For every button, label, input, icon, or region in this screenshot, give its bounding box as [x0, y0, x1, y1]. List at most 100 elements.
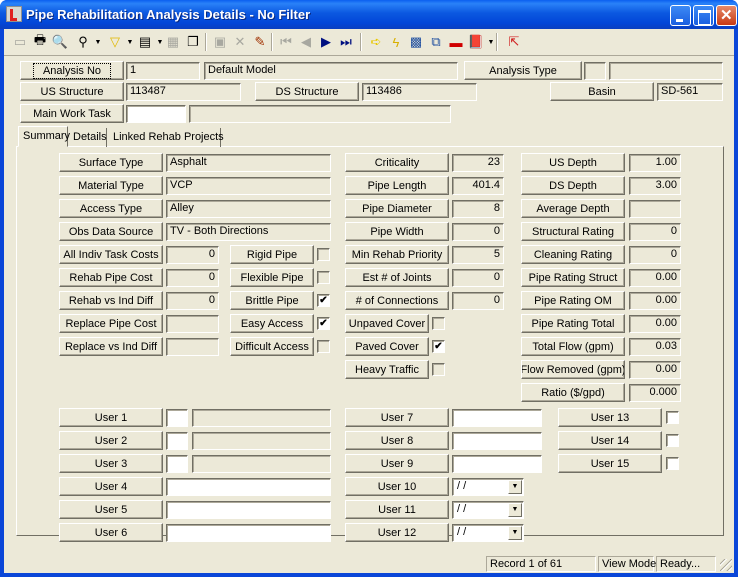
- user-3-button[interactable]: User 3: [59, 454, 163, 473]
- user-8-field[interactable]: [452, 432, 542, 450]
- ds-depth-button[interactable]: DS Depth: [521, 176, 625, 195]
- user-2-description-field[interactable]: [192, 432, 331, 450]
- pipe-rating-om-field[interactable]: 0.00: [629, 292, 681, 310]
- structural-rating-button[interactable]: Structural Rating: [521, 222, 625, 241]
- export-icon[interactable]: ⇱: [504, 32, 524, 52]
- structural-rating-field[interactable]: 0: [629, 223, 681, 241]
- previous-record-icon[interactable]: ◀: [296, 32, 316, 52]
- us-depth-field[interactable]: 1.00: [629, 154, 681, 172]
- brittle-pipe-checkbox[interactable]: ✔: [317, 294, 330, 307]
- user-2-code-field[interactable]: [166, 432, 188, 450]
- delete-icon[interactable]: ✕: [230, 32, 250, 52]
- ratio-gpd-field[interactable]: 0.000: [629, 384, 681, 402]
- difficult-access-checkbox[interactable]: [317, 340, 330, 353]
- first-record-icon[interactable]: ⏮: [276, 32, 296, 52]
- heavy-traffic-checkbox[interactable]: [432, 363, 445, 376]
- all-indiv-task-costs-field[interactable]: 0: [166, 246, 219, 264]
- min-rehab-priority-field[interactable]: 5: [452, 246, 504, 264]
- us-depth-button[interactable]: US Depth: [521, 153, 625, 172]
- ratio-gpd-button[interactable]: Ratio ($/gpd): [521, 383, 625, 402]
- lightning-icon[interactable]: ϟ: [386, 32, 406, 52]
- map-select-icon[interactable]: ▩: [406, 32, 426, 52]
- flexible-pipe-checkbox[interactable]: [317, 271, 330, 284]
- filter-icon[interactable]: ▽: [105, 32, 125, 52]
- user-3-description-field[interactable]: [192, 455, 331, 473]
- average-depth-button[interactable]: Average Depth: [521, 199, 625, 218]
- user-12-date-combo[interactable]: / / ▼: [452, 524, 524, 542]
- unpaved-cover-button[interactable]: Unpaved Cover: [345, 314, 429, 333]
- material-type-button[interactable]: Material Type: [59, 176, 163, 195]
- user-4-button[interactable]: User 4: [59, 477, 163, 496]
- user-9-field[interactable]: [452, 455, 542, 473]
- ds-depth-field[interactable]: 3.00: [629, 177, 681, 195]
- pipe-width-field[interactable]: 0: [452, 223, 504, 241]
- heavy-traffic-button[interactable]: Heavy Traffic: [345, 360, 429, 379]
- app-icon[interactable]: [6, 6, 22, 22]
- rigid-pipe-button[interactable]: Rigid Pipe: [230, 245, 314, 264]
- user-10-button[interactable]: User 10: [345, 477, 449, 496]
- pipe-length-button[interactable]: Pipe Length: [345, 176, 449, 195]
- ds-structure-button[interactable]: DS Structure: [255, 82, 359, 101]
- user-14-checkbox[interactable]: [666, 434, 679, 447]
- basin-field[interactable]: SD-561: [657, 83, 723, 101]
- rigid-pipe-checkbox[interactable]: [317, 248, 330, 261]
- replace-pipe-cost-field[interactable]: [166, 315, 219, 333]
- est-of-joints-button[interactable]: Est # of Joints: [345, 268, 449, 287]
- rehab-vs-ind-diff-button[interactable]: Rehab vs Ind Diff: [59, 291, 163, 310]
- toolbox-icon[interactable]: ▬: [446, 32, 466, 52]
- total-flow-gpm-field[interactable]: 0.03: [629, 338, 681, 356]
- filter-dropdown-arrow[interactable]: ▼: [126, 32, 134, 52]
- access-type-field[interactable]: Alley: [166, 200, 331, 218]
- average-depth-field[interactable]: [629, 200, 681, 218]
- book-icon[interactable]: 📕: [466, 32, 486, 52]
- analysis-description-field[interactable]: Default Model: [204, 62, 458, 80]
- surface-type-button[interactable]: Surface Type: [59, 153, 163, 172]
- user-6-field[interactable]: [166, 524, 331, 542]
- easy-access-checkbox[interactable]: ✔: [317, 317, 330, 330]
- analysis-no-field[interactable]: 1: [126, 62, 200, 80]
- copy-record-icon[interactable]: ❐: [183, 32, 203, 52]
- find-icon[interactable]: ⚲: [73, 32, 93, 52]
- flexible-pipe-button[interactable]: Flexible Pipe: [230, 268, 314, 287]
- user-4-field[interactable]: [166, 478, 331, 496]
- book-dropdown-arrow[interactable]: ▼: [487, 32, 495, 52]
- report-icon[interactable]: ▤: [135, 32, 155, 52]
- criticality-field[interactable]: 23: [452, 154, 504, 172]
- unpaved-cover-checkbox[interactable]: [432, 317, 445, 330]
- obs-data-source-field[interactable]: TV - Both Directions: [166, 223, 331, 241]
- edit-icon[interactable]: ✎: [250, 32, 270, 52]
- of-connections-field[interactable]: 0: [452, 292, 504, 310]
- difficult-access-button[interactable]: Difficult Access: [230, 337, 314, 356]
- user-8-button[interactable]: User 8: [345, 431, 449, 450]
- pipe-rating-struct-button[interactable]: Pipe Rating Struct: [521, 268, 625, 287]
- find-dropdown-arrow[interactable]: ▼: [94, 32, 102, 52]
- material-type-field[interactable]: VCP: [166, 177, 331, 195]
- print-preview-icon[interactable]: 🔍: [50, 32, 70, 52]
- flow-removed-gpm-field[interactable]: 0.00: [629, 361, 681, 379]
- last-record-icon[interactable]: ⏭: [336, 32, 356, 52]
- of-connections-button[interactable]: # of Connections: [345, 291, 449, 310]
- pipe-rating-total-field[interactable]: 0.00: [629, 315, 681, 333]
- all-indiv-task-costs-button[interactable]: All Indiv Task Costs: [59, 245, 163, 264]
- user-12-button[interactable]: User 12: [345, 523, 449, 542]
- minimize-button[interactable]: [670, 5, 691, 26]
- main-work-task-button[interactable]: Main Work Task: [20, 104, 124, 123]
- next-record-icon[interactable]: ▶: [316, 32, 336, 52]
- user-13-button[interactable]: User 13: [558, 408, 662, 427]
- user-10-date-combo[interactable]: / / ▼: [452, 478, 524, 496]
- chevron-down-icon[interactable]: ▼: [508, 526, 522, 540]
- pipe-diameter-button[interactable]: Pipe Diameter: [345, 199, 449, 218]
- resize-grip[interactable]: [720, 559, 732, 571]
- user-2-button[interactable]: User 2: [59, 431, 163, 450]
- user-11-date-combo[interactable]: / / ▼: [452, 501, 524, 519]
- user-1-code-field[interactable]: [166, 409, 188, 427]
- paved-cover-button[interactable]: Paved Cover: [345, 337, 429, 356]
- print-icon[interactable]: 🖶: [30, 32, 50, 52]
- user-6-button[interactable]: User 6: [59, 523, 163, 542]
- tab-details[interactable]: Details: [69, 128, 107, 147]
- criticality-button[interactable]: Criticality: [345, 153, 449, 172]
- user-15-button[interactable]: User 15: [558, 454, 662, 473]
- network-icon[interactable]: ⧉: [426, 32, 446, 52]
- user-5-button[interactable]: User 5: [59, 500, 163, 519]
- pipe-rating-total-button[interactable]: Pipe Rating Total: [521, 314, 625, 333]
